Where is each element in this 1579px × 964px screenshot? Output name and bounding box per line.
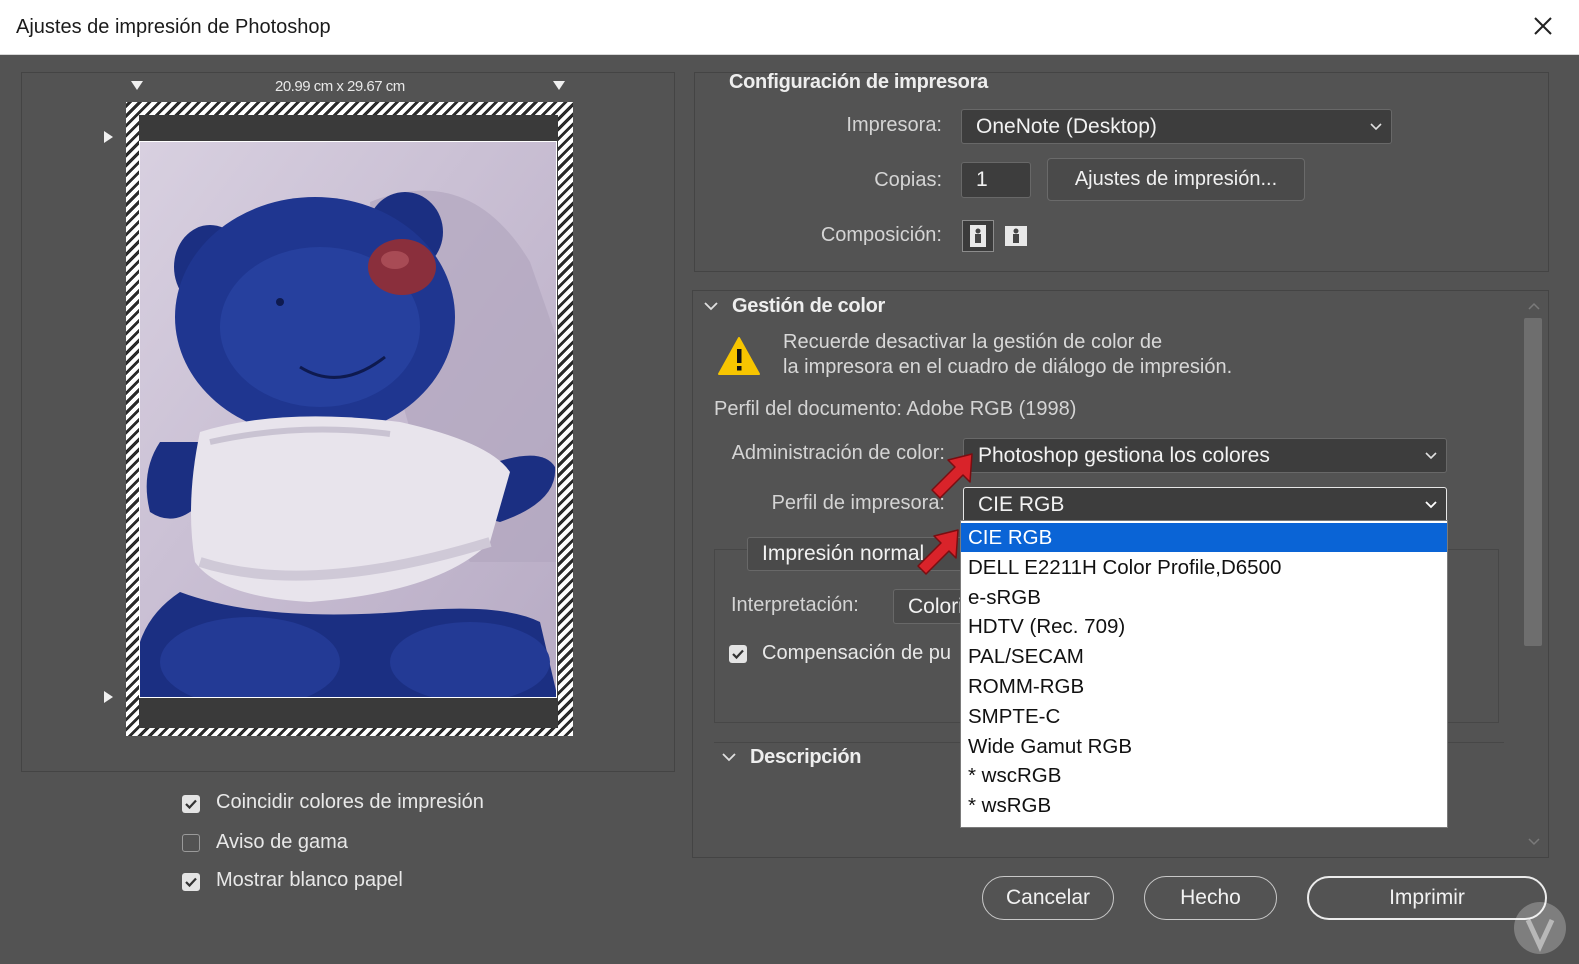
annotation-arrow-icon [912,524,964,585]
printer-setup-title: Configuración de impresora [729,71,988,93]
show-paper-white-label: Mostrar blanco papel [216,869,403,891]
teddy-bear-photo[interactable] [139,141,557,698]
profile-option[interactable]: * wscRGB [961,761,1447,790]
paper-size-label: 20.99 cm x 29.67 cm [275,78,405,95]
profile-option[interactable]: PAL/SECAM [961,642,1447,671]
checkmark-icon [732,649,744,660]
description-chevron-icon[interactable] [721,750,737,768]
watermark-logo-icon [1510,898,1570,963]
profile-option[interactable]: * wsRGB [961,791,1447,820]
copies-input[interactable]: 1 [961,162,1031,198]
color-handling-value: Photoshop gestiona los colores [978,443,1270,467]
window-title: Ajustes de impresión de Photoshop [16,16,331,38]
bottom-margin-marker-icon[interactable] [104,691,113,703]
printer-profile-label: Perfil de impresora: [771,492,945,514]
warning-text-line2: la impresora en el cuadro de diálogo de … [783,356,1233,378]
chevron-down-icon [1425,451,1437,459]
black-point-compensation-label: Compensación de pu [762,642,952,664]
done-button[interactable]: Hecho [1144,876,1277,920]
profile-option[interactable]: CIE RGB [961,523,1447,552]
black-point-compensation-checkbox[interactable] [729,645,747,663]
portrait-orientation-icon [970,225,986,247]
color-management-title: Gestión de color [732,295,886,317]
layout-label: Composición: [820,224,942,246]
close-button[interactable] [1525,8,1561,44]
print-settings-button[interactable]: Ajustes de impresión... [1047,158,1305,201]
collapse-chevron-icon[interactable] [703,299,719,317]
printer-select-value: OneNote (Desktop) [976,114,1157,138]
profile-option[interactable]: Wide Gamut RGB [961,732,1447,761]
left-margin-marker-icon[interactable] [131,81,143,90]
description-title: Descripción [750,746,862,768]
gamut-warning-label: Aviso de gama [216,831,348,853]
chevron-down-icon [1370,122,1382,130]
close-icon [1534,17,1552,35]
copies-value: 1 [976,168,988,191]
printer-profile-dropdown[interactable]: CIE RGB DELL E2211H Color Profile,D6500 e-… [960,520,1448,828]
document-profile-text: Perfil del documento: Adobe RGB (1998) [714,398,1077,420]
portrait-layout-button[interactable] [962,220,994,252]
chevron-down-icon [1425,501,1437,509]
match-print-colors-label: Coincidir colores de impresión [216,791,484,813]
profile-option[interactable]: HDTV (Rec. 709) [961,612,1447,641]
normal-printing-value: Impresión normal [762,542,925,565]
top-margin-marker-icon[interactable] [104,131,113,143]
checkmark-icon [185,877,197,888]
annotation-arrow-icon [926,448,978,509]
color-handling-label: Administración de color: [731,442,945,464]
scroll-up-icon[interactable] [1527,298,1541,316]
checkmark-icon [185,799,197,810]
printer-label: Impresora: [846,114,942,136]
warning-icon [717,335,761,382]
profile-option[interactable]: e-sRGB [961,583,1447,612]
rendering-intent-label: Interpretación: [731,594,859,616]
rendering-intent-value: Colori [908,594,963,618]
cancel-button[interactable]: Cancelar [982,876,1114,920]
profile-option[interactable]: DELL E2211H Color Profile,D6500 [961,553,1447,582]
scrollbar-thumb[interactable] [1524,318,1542,646]
gamut-warning-checkbox[interactable] [182,834,200,852]
scroll-down-icon[interactable] [1527,834,1541,852]
show-paper-white-checkbox[interactable] [182,873,200,891]
match-print-colors-checkbox[interactable] [182,795,200,813]
printer-profile-value: CIE RGB [978,493,1065,516]
rendering-intent-select[interactable]: Colori [893,589,968,624]
copies-label: Copias: [874,169,942,191]
color-handling-select[interactable]: Photoshop gestiona los colores [963,438,1447,473]
profile-option[interactable]: SMPTE-C [961,702,1447,731]
landscape-orientation-icon [1005,226,1027,246]
landscape-layout-button[interactable] [1000,220,1032,252]
profile-option[interactable]: ROMM-RGB [961,672,1447,701]
warning-text-line1: Recuerde desactivar la gestión de color … [783,331,1163,353]
right-margin-marker-icon[interactable] [553,81,565,90]
printer-profile-select[interactable]: CIE RGB [963,487,1447,523]
printer-select[interactable]: OneNote (Desktop) [961,109,1392,144]
